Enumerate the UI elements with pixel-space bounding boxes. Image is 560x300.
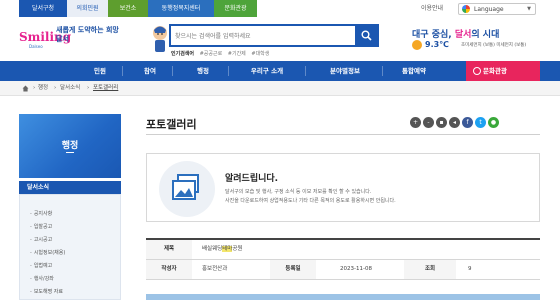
notice-line: 달서구의 모습 및 행사, 구정 소식 등 이모 저모를 확인 할 수 있습니다… <box>225 189 372 195</box>
nav-divider <box>305 66 306 76</box>
subject-value: 배실웨딩테마공원 <box>202 240 243 259</box>
sidebar-item-press[interactable]: 보도해명 자료 <box>30 288 63 295</box>
notice-icon-circle <box>159 161 215 217</box>
views-value: 9 <box>468 266 472 272</box>
subject-text: 배실웨딩 <box>202 246 223 252</box>
weather-slogan-accent: 달서 <box>454 30 472 40</box>
gallery-photo <box>146 294 540 300</box>
writer-label: 작성자 <box>146 260 192 279</box>
nav-item-civil[interactable]: 민원 <box>85 61 115 81</box>
site-tab-council[interactable]: 의회민원 <box>67 0 108 17</box>
board-view: 제목 배실웨딩테마공원 작성자 홍보전산과 등록일 2023-11-08 조회 … <box>146 238 540 285</box>
breadcrumb-current[interactable]: 포토갤러리 <box>93 81 118 96</box>
breadcrumb-item[interactable]: 행정 <box>38 81 48 96</box>
logo-sub: Dalseo <box>29 44 43 49</box>
subject-highlight: 테마 <box>222 246 233 252</box>
nav-item-participation[interactable]: 참여 <box>135 61 165 81</box>
weather-dust: 초미세먼지 (보통) 미세먼지 (보통) <box>461 43 527 48</box>
sidebar-header: 행정 <box>19 114 121 178</box>
board-row-meta: 작성자 홍보전산과 등록일 2023-11-08 조회 9 <box>146 260 540 280</box>
nav-culture-button[interactable]: 문화관광 <box>466 61 540 81</box>
popular-keywords: 인기검색어 #공공근로 #기간제 #대학생 <box>171 50 273 57</box>
sidebar-item-legislation[interactable]: 입법예고 <box>30 262 52 269</box>
sidebar-menu: 공지사항 입찰공고 고시공고 시험정보(채용) 입법예고 행사/강좌 보도해명 … <box>19 194 121 300</box>
notice-heading: 알려드립니다. <box>225 174 279 184</box>
sidebar-title-underline <box>66 152 74 153</box>
kakao-icon[interactable]: ● <box>488 117 499 128</box>
google-icon <box>462 5 470 13</box>
weather-slogan-suffix: 의 시대 <box>471 30 500 40</box>
notice-box: 알려드립니다. 달서구의 모습 및 행사, 구정 소식 등 이모 저모를 확인 … <box>146 153 540 222</box>
language-select[interactable]: Language ▼ <box>458 3 536 15</box>
facebook-icon[interactable]: f <box>462 117 473 128</box>
zoom-out-icon[interactable]: - <box>423 117 434 128</box>
sidebar-title: 행정 <box>61 141 79 151</box>
chevron-down-icon: ▼ <box>527 6 531 12</box>
title-divider <box>146 134 540 135</box>
weather-slogan-prefix: 대구 중심, <box>412 30 455 40</box>
search-box <box>169 24 379 47</box>
gallery-icon <box>172 174 199 200</box>
logo-slogan: 새롭게 도약하는 희망 달서 <box>56 26 119 43</box>
sidebar-item-public-notice[interactable]: 고시공고 <box>30 236 52 243</box>
sidebar-item-notice[interactable]: 공지사항 <box>30 210 52 217</box>
date-value: 2023-11-08 <box>340 266 372 272</box>
date-label: 등록일 <box>270 260 316 279</box>
sidebar-item-events[interactable]: 행사/강좌 <box>30 275 54 282</box>
language-label: Language <box>474 5 504 13</box>
print-icon[interactable]: ▪ <box>436 117 447 128</box>
site-tabs: 달서구청 의회민원 보건소 동행정복지센터 문화관광 <box>19 0 257 17</box>
search-icon <box>361 30 372 41</box>
share-icon[interactable]: ◂ <box>449 117 460 128</box>
subject-label: 제목 <box>146 240 192 259</box>
popular-tag[interactable]: #공공근로 <box>200 51 223 57</box>
site-tab-health-center[interactable]: 보건소 <box>108 0 148 17</box>
nav-divider <box>122 66 123 76</box>
top-utility-bar: 달서구청 의회민원 보건소 동행정복지센터 문화관광 이용안내 Language… <box>0 0 560 17</box>
breadcrumb-sep: › <box>33 85 36 91</box>
weather-temperature: 9.3℃ <box>425 40 449 49</box>
content-tools: + - ▪ ◂ f t ● <box>408 117 499 128</box>
nav-item-administration[interactable]: 행정 <box>188 61 218 81</box>
search-button[interactable] <box>355 26 377 45</box>
search-input[interactable] <box>175 29 345 43</box>
page-title: 포토갤러리 <box>146 118 197 131</box>
popular-label: 인기검색어 <box>171 51 195 57</box>
site-tab-gu-office[interactable]: 달서구청 <box>19 0 67 17</box>
nav-divider <box>228 66 229 76</box>
zoom-in-icon[interactable]: + <box>410 117 421 128</box>
popular-tag[interactable]: #기간제 <box>228 51 246 57</box>
weather-slogan: 대구 중심, 달서의 시대 <box>412 27 499 40</box>
site-tab-culture-tourism[interactable]: 문화관광 <box>214 0 257 17</box>
nav-item-about[interactable]: 우리구 소개 <box>240 61 294 81</box>
mascot-icon <box>153 26 167 52</box>
subject-text-end: 공원 <box>232 246 243 252</box>
board-row-subject: 제목 배실웨딩테마공원 <box>146 240 540 260</box>
page: 달서구청 의회민원 보건소 동행정복지센터 문화관광 이용안내 Language… <box>0 0 560 300</box>
guide-link[interactable]: 이용안내 <box>421 0 443 17</box>
views-label: 조회 <box>404 260 456 279</box>
sidebar-section-news[interactable]: 달서소식 <box>19 181 121 194</box>
nav-item-info[interactable]: 분야별정보 <box>318 61 372 81</box>
writer-value: 홍보전산과 <box>202 266 228 272</box>
home-icon[interactable] <box>22 85 29 92</box>
nav-culture-label: 문화관광 <box>483 67 507 75</box>
sun-icon <box>412 40 422 50</box>
sidebar-item-bid[interactable]: 입찰공고 <box>30 223 52 230</box>
nav-divider <box>172 66 173 76</box>
breadcrumb-item[interactable]: 달서소식 <box>60 81 80 96</box>
popular-tag[interactable]: #대학생 <box>251 51 269 57</box>
culture-icon <box>473 67 481 75</box>
breadcrumb-sep: › <box>54 85 57 91</box>
breadcrumb: › 행정 › 달서소식 › 포토갤러리 <box>0 81 560 96</box>
nav-item-reservation[interactable]: 통합예약 <box>392 61 436 81</box>
site-tab-community-center[interactable]: 동행정복지센터 <box>148 0 214 17</box>
sidebar-item-exam[interactable]: 시험정보(채용) <box>30 249 66 256</box>
twitter-icon[interactable]: t <box>475 117 486 128</box>
nav-divider <box>382 66 383 76</box>
notice-line: 사진을 다운로드하여 상업적용도나 기타 다른 목적의 용도로 활용하시면 안됩… <box>225 198 396 204</box>
breadcrumb-sep: › <box>87 85 90 91</box>
